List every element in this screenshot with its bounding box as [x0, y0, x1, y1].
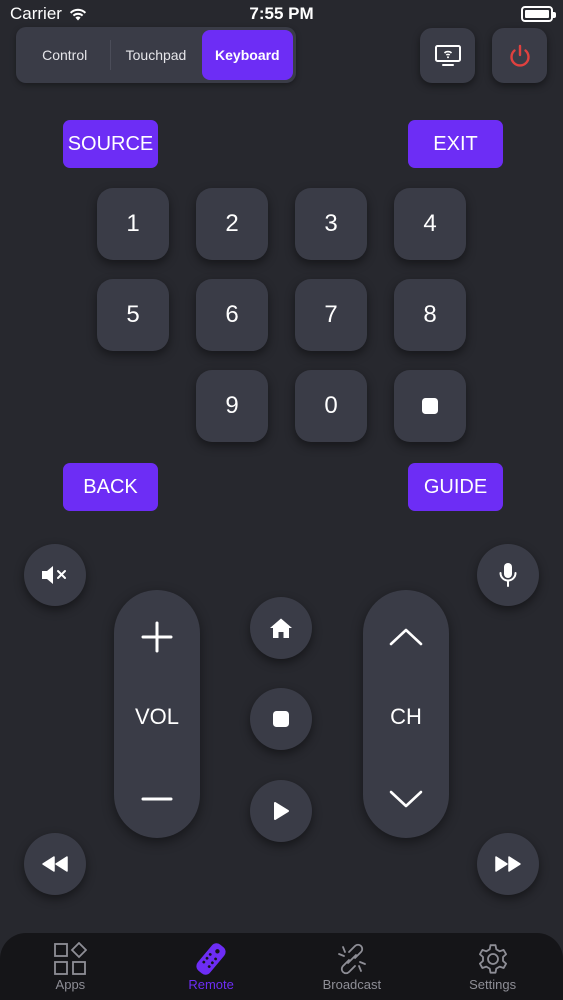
tab-keyboard[interactable]: Keyboard — [201, 30, 293, 80]
num-6-button[interactable]: 6 — [196, 279, 268, 351]
volume-down-button[interactable] — [114, 782, 200, 816]
num-3-button[interactable]: 3 — [295, 188, 367, 260]
exit-button[interactable]: EXIT — [408, 120, 503, 168]
tab-apps-label: Apps — [55, 977, 86, 992]
home-button[interactable] — [250, 597, 312, 659]
mode-segmented-control: Control Touchpad Keyboard — [16, 27, 296, 83]
guide-button[interactable]: GUIDE — [408, 463, 503, 511]
tab-apps[interactable]: Apps — [0, 933, 141, 1000]
play-button[interactable] — [250, 780, 312, 842]
tab-touchpad[interactable]: Touchpad — [110, 30, 201, 80]
source-button[interactable]: SOURCE — [63, 120, 158, 168]
volume-up-button[interactable] — [114, 620, 200, 654]
minus-icon — [141, 797, 173, 801]
microphone-icon — [499, 563, 517, 587]
num-1-button[interactable]: 1 — [97, 188, 169, 260]
tab-settings[interactable]: Settings — [422, 933, 563, 1000]
numpad-stop-button[interactable] — [394, 370, 466, 442]
tab-remote-label: Remote — [188, 977, 234, 992]
tab-settings-label: Settings — [469, 977, 517, 992]
channel-control: CH — [363, 590, 449, 838]
num-2-button[interactable]: 2 — [196, 188, 268, 260]
mute-icon — [42, 566, 66, 584]
num-5-button[interactable]: 5 — [97, 279, 169, 351]
tab-broadcast[interactable]: Broadcast — [282, 933, 423, 1000]
num-0-button[interactable]: 0 — [295, 370, 367, 442]
apps-grid-icon — [54, 942, 88, 975]
plus-icon — [141, 621, 173, 653]
tab-remote[interactable]: Remote — [141, 933, 282, 1000]
gear-icon — [478, 944, 507, 974]
volume-label: VOL — [134, 704, 180, 729]
status-time: 7:55 PM — [249, 4, 314, 23]
mic-button[interactable] — [477, 544, 539, 606]
volume-control: VOL — [114, 590, 200, 838]
chevron-up-icon — [389, 628, 423, 646]
cast-button[interactable] — [420, 28, 475, 83]
chevron-down-icon — [389, 790, 423, 808]
channel-label: CH — [390, 704, 422, 729]
bottom-tab-bar: Apps Remote Broadcast Settings — [0, 933, 563, 1000]
power-button[interactable] — [492, 28, 547, 83]
tab-broadcast-label: Broadcast — [322, 977, 382, 992]
tv-cast-icon — [434, 44, 461, 66]
play-icon — [274, 802, 289, 820]
broadcast-icon — [337, 943, 366, 975]
stop-button[interactable] — [250, 688, 312, 750]
rewind-icon — [42, 856, 68, 872]
battery-icon — [521, 6, 556, 22]
rewind-button[interactable] — [24, 833, 86, 895]
channel-up-button[interactable] — [363, 620, 449, 654]
back-button[interactable]: BACK — [63, 463, 158, 511]
fast-forward-button[interactable] — [477, 833, 539, 895]
home-icon — [270, 618, 292, 638]
channel-down-button[interactable] — [363, 782, 449, 816]
stop-icon — [273, 711, 289, 727]
remote-icon — [196, 943, 226, 975]
tab-control[interactable]: Control — [19, 30, 110, 80]
num-7-button[interactable]: 7 — [295, 279, 367, 351]
num-4-button[interactable]: 4 — [394, 188, 466, 260]
mute-button[interactable] — [24, 544, 86, 606]
power-icon — [509, 44, 530, 67]
num-9-button[interactable]: 9 — [196, 370, 268, 442]
num-8-button[interactable]: 8 — [394, 279, 466, 351]
stop-icon — [422, 398, 438, 414]
fast-forward-icon — [495, 856, 521, 872]
